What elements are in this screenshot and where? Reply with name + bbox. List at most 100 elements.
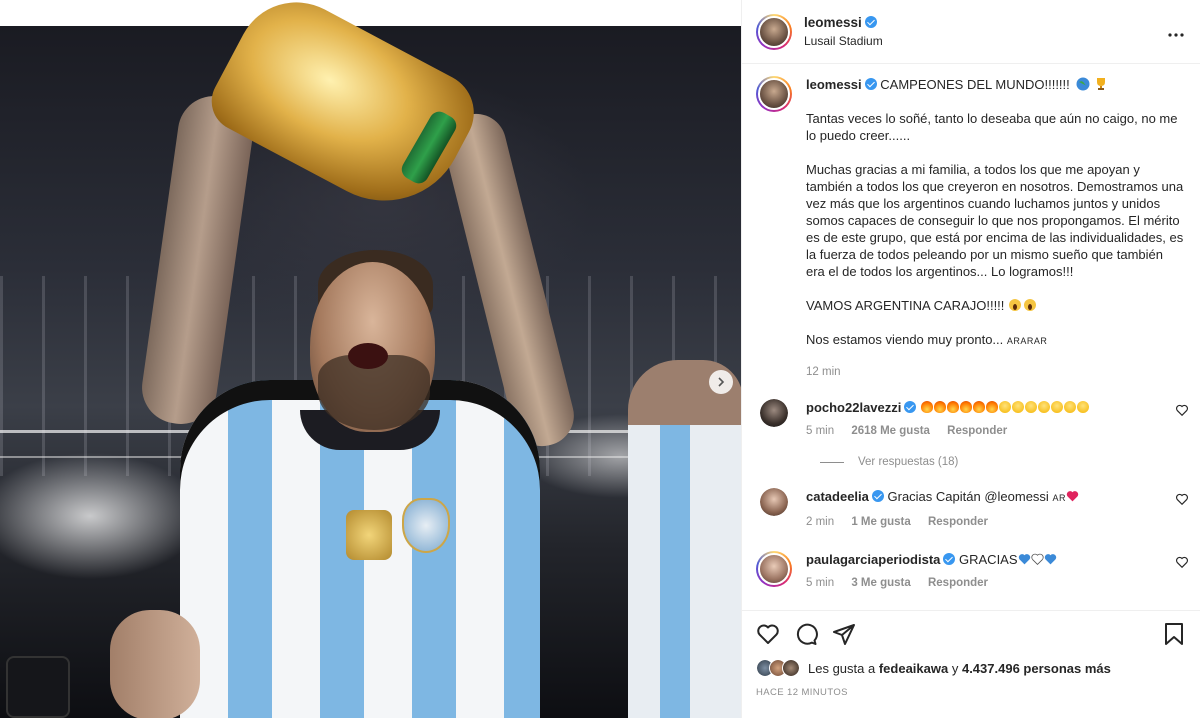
heart-icon[interactable] bbox=[756, 622, 780, 646]
fire-emoji-icon bbox=[921, 401, 933, 413]
author-avatar[interactable] bbox=[756, 13, 792, 50]
comment-time[interactable]: 2 min bbox=[806, 516, 834, 528]
chevron-right-icon bbox=[718, 377, 725, 387]
smile-emoji-icon bbox=[1064, 401, 1076, 413]
fire-emoji-icon bbox=[934, 401, 946, 413]
fire-emoji-icon bbox=[947, 401, 959, 413]
view-replies-button[interactable]: Ver respuestas (18) bbox=[820, 456, 1185, 468]
comment-meta: 5 min 3 Me gusta Responder bbox=[806, 575, 1185, 592]
replies-divider bbox=[820, 461, 844, 463]
verified-badge-icon bbox=[904, 401, 917, 413]
comment-meta: 5 min 2618 Me gusta Responder bbox=[806, 423, 1185, 440]
caption-username[interactable]: leomessi bbox=[806, 77, 862, 92]
like-comment-heart-icon[interactable] bbox=[1175, 492, 1189, 506]
comment-time[interactable]: 5 min bbox=[806, 425, 834, 437]
header-text: leomessi Lusail Stadium bbox=[804, 15, 1168, 48]
smile-emoji-icon bbox=[999, 401, 1011, 413]
post-timestamp[interactable]: HACE 12 MINUTOS bbox=[756, 687, 1185, 698]
action-icons bbox=[756, 621, 1185, 647]
caption-last-line: Nos estamos viendo muy pronto... bbox=[806, 332, 1004, 347]
reply-button[interactable]: Responder bbox=[928, 577, 988, 589]
media-top-strip bbox=[0, 0, 741, 26]
globe-emoji-icon bbox=[1076, 77, 1090, 91]
crowd-phone bbox=[6, 656, 70, 718]
argentina-flags-text: ARARAR bbox=[1006, 336, 1048, 346]
comment-item: catadeelia Gracias Capitán @leomessi AR … bbox=[756, 488, 1188, 531]
comment-time[interactable]: 5 min bbox=[806, 577, 834, 589]
smile-emoji-icon bbox=[1051, 401, 1063, 413]
share-icon[interactable] bbox=[832, 622, 856, 646]
likes-prefix: Les gusta a bbox=[808, 660, 876, 676]
post-location[interactable]: Lusail Stadium bbox=[804, 34, 1168, 48]
smile-emoji-icon bbox=[1025, 401, 1037, 413]
post-header: leomessi Lusail Stadium bbox=[742, 0, 1200, 64]
fire-emoji-icon bbox=[973, 401, 985, 413]
smile-emoji-icon bbox=[1012, 401, 1024, 413]
comment-username[interactable]: catadeelia bbox=[806, 489, 869, 504]
caption-title: CAMPEONES DEL MUNDO!!!!!!! bbox=[880, 77, 1070, 92]
liker-avatars bbox=[756, 659, 800, 677]
comment-likes[interactable]: 1 Me gusta bbox=[851, 516, 910, 528]
comment-text: Gracias Capitán @leomessi bbox=[887, 489, 1049, 504]
comment-username[interactable]: paulagarciaperiodista bbox=[806, 552, 940, 567]
caption: leomessi CAMPEONES DEL MUNDO!!!!!!! Tant… bbox=[756, 76, 1185, 381]
fire-emoji-icon bbox=[986, 401, 998, 413]
smile-emoji-icon bbox=[1038, 401, 1050, 413]
trophy-emoji-icon bbox=[1097, 78, 1106, 90]
likes-count[interactable]: 4.437.496 personas más bbox=[962, 661, 1111, 676]
caption-meta: 12 min bbox=[806, 364, 1185, 381]
comment-icon[interactable] bbox=[794, 622, 818, 646]
comments-section: leomessi CAMPEONES DEL MUNDO!!!!!!! Tant… bbox=[742, 64, 1200, 610]
caption-paragraph-1: Tantas veces lo soñé, tanto lo deseaba q… bbox=[806, 111, 1178, 143]
verified-badge-icon bbox=[871, 490, 884, 502]
comment-text: GRACIAS bbox=[959, 552, 1018, 567]
player-open-mouth bbox=[348, 343, 388, 369]
red-heart-emoji-icon bbox=[1066, 491, 1079, 502]
comment-body: catadeelia Gracias Capitán @leomessi AR … bbox=[806, 488, 1185, 531]
afa-crest bbox=[402, 498, 450, 553]
like-comment-heart-icon[interactable] bbox=[1175, 555, 1189, 569]
commenter-avatar[interactable] bbox=[760, 488, 788, 516]
verified-badge-icon bbox=[943, 553, 956, 565]
post-media bbox=[0, 0, 741, 718]
reply-button[interactable]: Responder bbox=[947, 425, 1007, 437]
likes-user[interactable]: fedeaikawa bbox=[879, 661, 948, 676]
instagram-post: leomessi Lusail Stadium leomessi CAMPEON… bbox=[0, 0, 1200, 718]
likes-summary[interactable]: Les gusta a fedeaikawa y 4.437.496 perso… bbox=[756, 659, 1185, 677]
caption-paragraph-2: Muchas gracias a mi familia, a todos los… bbox=[806, 162, 1184, 279]
post-actions: Les gusta a fedeaikawa y 4.437.496 perso… bbox=[742, 610, 1200, 718]
crowd-hand bbox=[110, 610, 200, 718]
verified-badge-icon bbox=[864, 78, 877, 90]
smile-emoji-icon bbox=[1077, 401, 1089, 413]
verified-badge-icon bbox=[864, 16, 877, 28]
screaming-face-emoji-icon bbox=[1009, 299, 1037, 311]
comment-meta: 2 min 1 Me gusta Responder bbox=[806, 514, 1185, 531]
like-comment-heart-icon[interactable] bbox=[1175, 403, 1189, 417]
comment-likes[interactable]: 2618 Me gusta bbox=[851, 425, 930, 437]
author-username[interactable]: leomessi bbox=[804, 15, 862, 30]
caption-time[interactable]: 12 min bbox=[806, 366, 841, 378]
white-heart-emoji-icon bbox=[1030, 553, 1044, 565]
commenter-avatar[interactable] bbox=[756, 551, 792, 587]
next-slide-button[interactable] bbox=[709, 370, 733, 394]
caption-paragraph-4: Nos estamos viendo muy pronto... ARARAR bbox=[806, 331, 1185, 350]
comment-likes[interactable]: 3 Me gusta bbox=[851, 577, 910, 589]
teammate-jersey-stripe bbox=[660, 425, 690, 718]
caption-body: leomessi CAMPEONES DEL MUNDO!!!!!!! Tant… bbox=[806, 76, 1185, 381]
likes-and: y bbox=[951, 660, 959, 676]
fire-emoji-icon bbox=[960, 401, 972, 413]
caption-paragraph-3: VAMOS ARGENTINA CARAJO!!!!! bbox=[806, 297, 1185, 314]
liker-avatar bbox=[782, 659, 800, 677]
comment-item: pocho22lavezzi 5 min 2618 Me gusta Respo… bbox=[756, 399, 1188, 440]
comment-body: pocho22lavezzi 5 min 2618 Me gusta Respo… bbox=[806, 399, 1185, 440]
comment-flag-text: AR bbox=[1052, 493, 1066, 503]
comment-username[interactable]: pocho22lavezzi bbox=[806, 400, 901, 415]
caption-avatar[interactable] bbox=[756, 76, 792, 112]
commenter-avatar[interactable] bbox=[760, 399, 788, 427]
caption-vamos-text: VAMOS ARGENTINA CARAJO!!!!! bbox=[806, 298, 1005, 313]
more-options-icon[interactable] bbox=[1168, 21, 1184, 42]
reply-button[interactable]: Responder bbox=[928, 516, 988, 528]
blue-heart-emoji-icon bbox=[1044, 554, 1056, 565]
comment-item: paulagarciaperiodista GRACIAS 5 min 3 Me… bbox=[756, 551, 1188, 592]
bookmark-icon[interactable] bbox=[1163, 622, 1185, 646]
